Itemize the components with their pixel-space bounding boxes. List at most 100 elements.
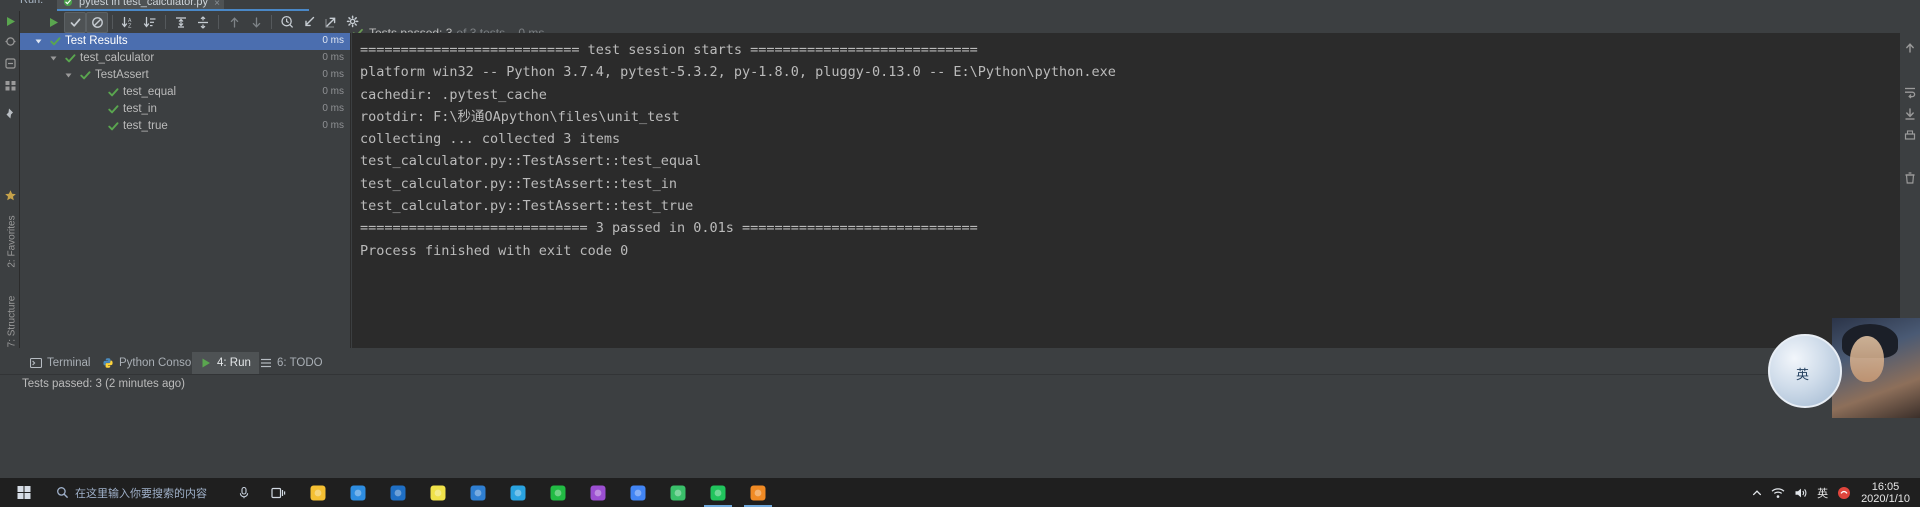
console-line: test_calculator.py::TestAssert::test_tru… (360, 198, 694, 215)
tree-node-test-results[interactable]: Test Results 0 ms (20, 33, 350, 50)
tree-node-test-true[interactable]: test_true 0 ms (20, 118, 350, 135)
taskbar-chrome[interactable] (618, 478, 658, 507)
export-arrow-icon (325, 17, 336, 28)
show-passed-toggle[interactable] (64, 11, 86, 33)
expand-all-button[interactable] (170, 12, 192, 33)
toolbar-separator (112, 15, 113, 29)
ime-icon[interactable] (1837, 486, 1851, 500)
arrow-down-icon (252, 16, 260, 28)
pin-icon[interactable] (4, 107, 17, 120)
status-bar-item[interactable]: 21:20 (1773, 378, 1802, 390)
sort-duration-icon (143, 16, 156, 28)
next-failed-button[interactable] (245, 12, 267, 33)
clock-history-icon (281, 15, 294, 28)
test-results-tree: Test Results 0 ms test_calculator 0 ms TestA… (20, 33, 351, 348)
tree-node-label: Test Results (65, 35, 128, 47)
taskbar-vscode[interactable] (458, 478, 498, 507)
taskbar-notes[interactable] (418, 478, 458, 507)
arrow-up-icon (230, 16, 238, 28)
collapse-all-button[interactable] (192, 12, 214, 33)
test-output-console[interactable]: =========================== test session… (352, 33, 1900, 348)
taskbar-pycharm[interactable] (698, 478, 738, 507)
scroll-up-icon[interactable] (1903, 41, 1917, 55)
sidebar-tab-favorites[interactable]: 2: Favorites (7, 207, 18, 277)
folder-icon (310, 485, 326, 500)
debug-bug-icon[interactable] (4, 35, 17, 48)
wechat-icon (550, 485, 566, 500)
windows-start-button[interactable] (0, 478, 48, 507)
modules-icon[interactable] (4, 79, 17, 92)
toolbar-separator (218, 15, 219, 29)
print-icon[interactable] (1903, 129, 1917, 143)
taskbar-search-box[interactable]: 在这里输入你要搜索的内容 (48, 478, 258, 507)
test-history-button[interactable] (276, 12, 298, 33)
volume-icon[interactable] (1794, 487, 1808, 499)
taskbar-file-explorer[interactable] (298, 478, 338, 507)
tree-node-label: test_in (123, 103, 157, 115)
run-play-icon[interactable] (4, 15, 17, 28)
chevron-down-icon[interactable] (35, 38, 42, 45)
toolbar-separator (165, 15, 166, 29)
scroll-to-end-icon[interactable] (1903, 107, 1917, 121)
console-line: test_calculator.py::TestAssert::test_in (360, 175, 677, 192)
coverage-icon[interactable] (4, 57, 17, 70)
tree-node-duration: 0 ms (322, 103, 344, 114)
check-green-icon (108, 105, 119, 114)
taskbar-outlook[interactable] (378, 478, 418, 507)
taskbar-search-app[interactable] (658, 478, 698, 507)
taskbar-wechat[interactable] (538, 478, 578, 507)
console-line: Process finished with exit code 0 (360, 242, 629, 259)
chevron-down-icon[interactable] (65, 72, 72, 79)
network-icon[interactable] (1771, 487, 1785, 499)
previous-failed-button[interactable] (223, 12, 245, 33)
tool-tab-todo[interactable]: 6: TODO (252, 352, 331, 374)
soft-wrap-icon[interactable] (1903, 85, 1917, 99)
status-bar-message: Tests passed: 3 (2 minutes ago) (22, 378, 185, 390)
sort-alpha-icon: A Z (121, 16, 132, 29)
sort-by-duration-button[interactable] (139, 12, 161, 33)
tree-node-testassert[interactable]: TestAssert 0 ms (20, 67, 350, 84)
status-bar-item[interactable]: UTF-8 (1879, 378, 1912, 390)
taskbar-browser-blue[interactable] (498, 478, 538, 507)
import-tests-button[interactable] (298, 12, 320, 33)
tree-node-test-in[interactable]: test_in 0 ms (20, 101, 350, 118)
left-tool-gutter: 2: Favorites 7: Structure (0, 11, 20, 348)
clock-time: 16:05 (1871, 480, 1900, 493)
sidebar-tab-structure[interactable]: 7: Structure (7, 287, 18, 357)
magnifier-icon (670, 485, 686, 500)
chevron-up-icon[interactable] (1752, 488, 1762, 498)
edge-icon (350, 485, 366, 500)
vscode-icon (470, 485, 486, 500)
pycharm-icon (710, 485, 726, 500)
browser-icon (510, 485, 526, 500)
show-ignored-toggle[interactable] (86, 11, 108, 33)
pycharm-run-tool-window: Run: pytest in test_calculator.py × A Z … (0, 0, 1920, 478)
run-configuration-tab-label: pytest in test_calculator.py (79, 0, 209, 8)
taskbar-tray: 英 16:05 2020/1/10 (1752, 481, 1920, 505)
tool-tab-label: 4: Run (217, 357, 251, 369)
clear-all-trash-icon[interactable] (1903, 171, 1917, 185)
taskbar-edge[interactable] (338, 478, 378, 507)
export-tests-button[interactable] (320, 12, 342, 33)
taskbar-clock[interactable]: 16:05 2020/1/10 (1861, 481, 1910, 505)
console-line: ============================ 3 passed in… (360, 220, 978, 237)
tool-tab-label: Terminal (47, 357, 91, 369)
chevron-down-icon[interactable] (50, 55, 57, 62)
taskbar-browser-orange[interactable] (738, 478, 778, 507)
taskbar-media[interactable] (578, 478, 618, 507)
python-icon (103, 358, 113, 368)
run-tab-strip: Run: pytest in test_calculator.py × (0, 0, 1920, 11)
tree-node-test-equal[interactable]: test_equal 0 ms (20, 84, 350, 101)
taskbar-task-view[interactable] (258, 478, 298, 507)
status-bar-item[interactable]: CRLF (1825, 378, 1855, 390)
tool-tab-run[interactable]: 4: Run (192, 352, 259, 374)
tree-node-duration: 0 ms (322, 35, 344, 46)
microphone-icon[interactable] (238, 486, 250, 499)
console-line: test_calculator.py::TestAssert::test_equ… (360, 153, 702, 170)
search-icon (57, 487, 69, 499)
rerun-tests-button[interactable] (42, 12, 64, 33)
tree-node-test-calculator[interactable]: test_calculator 0 ms (20, 50, 350, 67)
tool-tab-terminal[interactable]: Terminal (22, 352, 98, 374)
ime-label[interactable]: 英 (1817, 485, 1828, 501)
sort-alphabetically-button[interactable]: A Z (117, 12, 139, 33)
